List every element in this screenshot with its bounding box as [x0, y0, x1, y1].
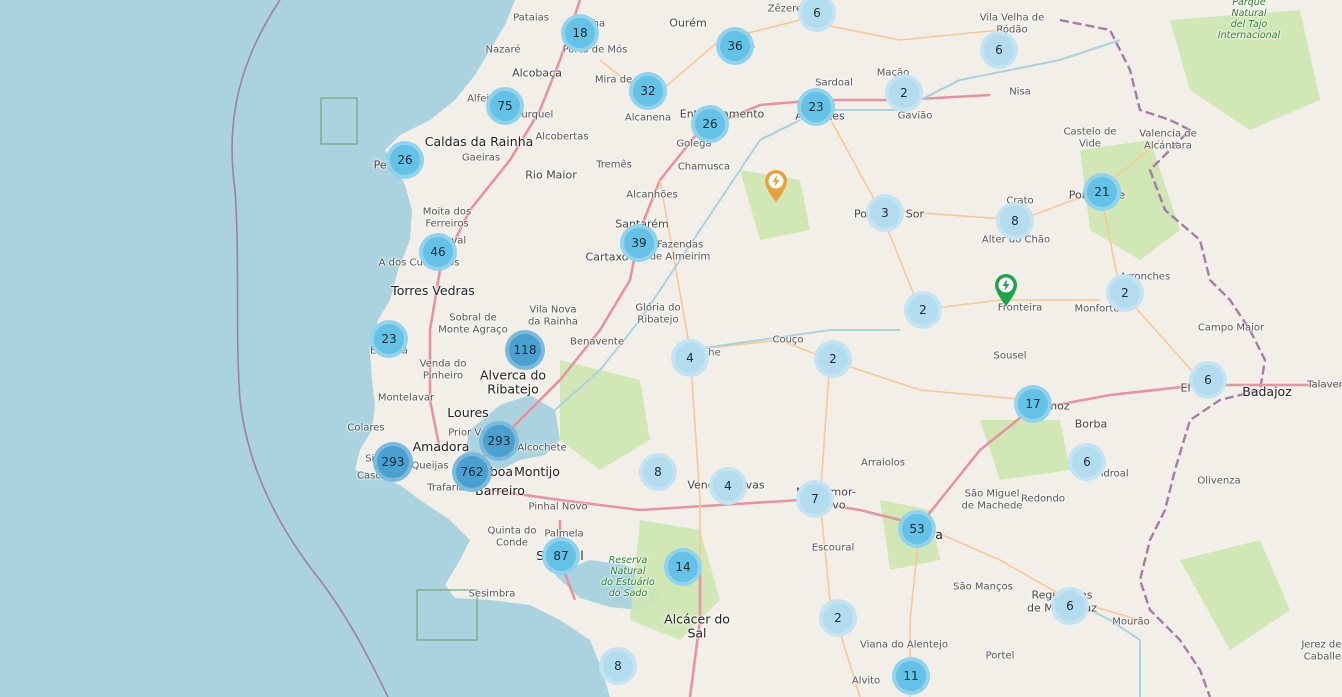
cluster-count: 75	[497, 99, 513, 113]
marker-cluster[interactable]: 2	[814, 340, 852, 378]
marker-cluster[interactable]: 8	[996, 202, 1034, 240]
marker-cluster[interactable]: 26	[386, 141, 424, 179]
marker-cluster[interactable]: 32	[629, 72, 667, 110]
cluster-count: 14	[675, 560, 691, 574]
cluster-count: 6	[1066, 599, 1074, 613]
marker-cluster[interactable]: 4	[671, 339, 709, 377]
cluster-count: 6	[813, 6, 821, 20]
cluster-count: 8	[1011, 214, 1019, 228]
marker-cluster[interactable]: 18	[561, 14, 599, 52]
cluster-count: 53	[909, 522, 925, 536]
marker-cluster[interactable]: 53	[898, 510, 936, 548]
cluster-count: 39	[631, 236, 647, 250]
marker-cluster[interactable]: 2	[904, 291, 942, 329]
marker-cluster[interactable]: 39	[620, 224, 658, 262]
cluster-count: 293	[381, 455, 405, 469]
marker-cluster[interactable]: 23	[797, 88, 835, 126]
marker-cluster[interactable]: 46	[419, 233, 457, 271]
marker-cluster[interactable]: 23	[370, 320, 408, 358]
cluster-count: 293	[487, 434, 511, 448]
cluster-count: 8	[654, 465, 662, 479]
cluster-count: 2	[1121, 286, 1129, 300]
cluster-count: 21	[1094, 185, 1110, 199]
marker-cluster[interactable]: 87	[542, 537, 580, 575]
marker-cluster[interactable]: 21	[1083, 173, 1121, 211]
territorial-waters-line	[231, 0, 389, 697]
cluster-count: 4	[724, 479, 732, 493]
cluster-count: 2	[829, 352, 837, 366]
cluster-count: 3	[881, 206, 889, 220]
marker-cluster[interactable]: 2	[885, 74, 923, 112]
marker-cluster[interactable]: 6	[1068, 443, 1106, 481]
charging-pin-orange[interactable]	[762, 169, 790, 203]
marker-cluster[interactable]: 8	[639, 453, 677, 491]
cluster-count: 8	[614, 659, 622, 673]
marker-cluster[interactable]: 2	[819, 599, 857, 637]
cluster-count: 32	[640, 84, 656, 98]
cluster-count: 17	[1025, 397, 1041, 411]
cluster-count: 11	[903, 669, 919, 683]
cluster-count: 87	[553, 549, 569, 563]
cluster-count: 18	[572, 26, 588, 40]
marker-cluster[interactable]: 75	[486, 87, 524, 125]
map-view[interactable]: PataiasBatalhaOurémFerreira do ZêzereVil…	[0, 0, 1342, 697]
cluster-count: 26	[397, 153, 413, 167]
marker-cluster[interactable]: 17	[1014, 385, 1052, 423]
cluster-count: 4	[686, 351, 694, 365]
cluster-count: 36	[727, 39, 743, 53]
basemap	[231, 0, 1342, 697]
marker-cluster[interactable]: 6	[980, 31, 1018, 69]
marker-cluster[interactable]: 26	[691, 105, 729, 143]
marker-cluster[interactable]: 6	[1189, 361, 1227, 399]
cluster-count: 118	[513, 343, 537, 357]
cluster-count: 6	[1204, 373, 1212, 387]
cluster-count: 46	[430, 245, 446, 259]
marker-cluster[interactable]: 8	[599, 647, 637, 685]
charging-pin-green[interactable]	[992, 273, 1020, 307]
marker-cluster[interactable]: 11	[892, 657, 930, 695]
cluster-count: 6	[1083, 455, 1091, 469]
marker-cluster[interactable]: 4	[709, 467, 747, 505]
cluster-count: 2	[919, 303, 927, 317]
marker-cluster[interactable]: 3	[866, 194, 904, 232]
cluster-count: 2	[900, 86, 908, 100]
marker-cluster[interactable]: 6	[1051, 587, 1089, 625]
marker-cluster[interactable]: 762	[452, 452, 492, 492]
cluster-count: 762	[460, 465, 484, 479]
cluster-count: 23	[808, 100, 824, 114]
marker-cluster[interactable]: 2	[1106, 274, 1144, 312]
cluster-count: 26	[702, 117, 718, 131]
marker-cluster[interactable]: 36	[716, 27, 754, 65]
marker-cluster[interactable]: 7	[796, 480, 834, 518]
marker-cluster[interactable]: 293	[373, 442, 413, 482]
marker-cluster[interactable]: 293	[479, 421, 519, 461]
marker-cluster[interactable]: 14	[664, 548, 702, 586]
cluster-count: 7	[811, 492, 819, 506]
cluster-count: 2	[834, 611, 842, 625]
marker-cluster[interactable]: 118	[505, 330, 545, 370]
cluster-count: 23	[381, 332, 397, 346]
cluster-count: 6	[995, 43, 1003, 57]
